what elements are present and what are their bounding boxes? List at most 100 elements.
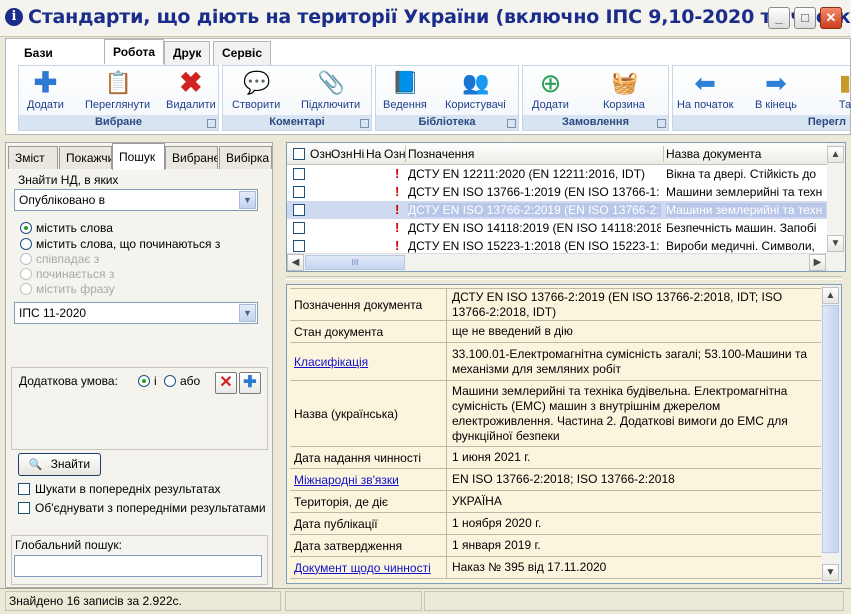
column-header[interactable]: Ні <box>353 147 364 161</box>
tab-print[interactable]: Друк <box>164 41 211 65</box>
chevron-down-icon[interactable]: ▼ <box>239 191 256 209</box>
radio-icon[interactable] <box>164 375 176 387</box>
create-comment-button[interactable]: 💬 Створити <box>232 70 280 111</box>
title-bar: i Стандарти, що діють на території Украї… <box>0 0 851 37</box>
scroll-right-icon[interactable]: ▶ <box>809 254 826 271</box>
group-label: Вибране <box>19 115 218 130</box>
maximize-button[interactable]: □ <box>794 7 816 29</box>
remove-condition-button[interactable]: ✕ <box>215 372 237 394</box>
scope-select[interactable]: Опубліковано в ▼ <box>14 189 258 211</box>
scroll-down-icon[interactable]: ▼ <box>827 235 844 252</box>
match-option-contains[interactable]: містить слова <box>20 221 113 235</box>
tab-selection[interactable]: Вибірка <box>219 146 272 169</box>
delete-favorite-button[interactable]: ✖ Видалити <box>166 69 216 112</box>
tab-databases[interactable]: Бази даних <box>15 41 69 82</box>
status-cell-2 <box>285 591 422 611</box>
column-header[interactable]: Озн <box>310 147 331 161</box>
tab-work[interactable]: Робота <box>104 39 165 64</box>
pane-splitter[interactable] <box>278 136 283 588</box>
group-expand-icon[interactable] <box>207 119 216 128</box>
radio-icon[interactable] <box>20 222 32 234</box>
checkbox-icon[interactable] <box>18 502 30 514</box>
extra-condition-and[interactable]: і <box>138 374 157 388</box>
column-header-designation[interactable]: Позначення <box>408 147 474 161</box>
extra-condition-or[interactable]: або <box>164 374 200 388</box>
column-header[interactable]: Озн <box>331 147 352 161</box>
basket-button[interactable]: 🧺 Корзина <box>603 70 645 111</box>
horizontal-scrollbar[interactable]: ◀ III ▶ <box>287 253 827 271</box>
column-header[interactable]: Озн <box>384 147 405 161</box>
library-management-button[interactable]: 📘 Ведення <box>383 70 427 111</box>
ribbon-group-library: 📘 Ведення 👥 Користувачі Бібліотека <box>375 65 519 131</box>
scroll-up-icon[interactable]: ▲ <box>822 287 839 304</box>
international-links-link[interactable]: Міжнародні зв'язки <box>290 469 447 490</box>
scroll-up-icon[interactable]: ▲ <box>827 146 844 163</box>
view-extra-button[interactable]: ▮ Та <box>832 70 851 111</box>
add-order-button[interactable]: ⊕ Додати <box>532 70 569 111</box>
row-checkbox[interactable] <box>293 240 305 252</box>
detail-row: Територія, де діє УКРАЇНА <box>290 491 821 513</box>
row-checkbox[interactable] <box>293 186 305 198</box>
validity-document-link[interactable]: Документ щодо чинності <box>290 557 447 578</box>
go-to-start-button[interactable]: ⬅ На початок <box>677 70 733 111</box>
attach-comment-button[interactable]: 📎 Підключити <box>301 70 360 111</box>
group-expand-icon[interactable] <box>657 119 666 128</box>
table-row[interactable]: ! ДСТУ EN ISO 13766-1:2019 (EN ISO 13766… <box>287 183 827 201</box>
tab-favorites[interactable]: Вибране <box>165 146 218 169</box>
radio-icon[interactable] <box>138 375 150 387</box>
scroll-thumb[interactable]: III <box>305 255 405 270</box>
search-in-previous-checkbox[interactable]: Шукати в попередніх результатах <box>18 482 221 496</box>
table-row[interactable]: ! ДСТУ EN ISO 15223-1:2018 (EN ISO 15223… <box>287 237 827 253</box>
row-checkbox[interactable] <box>293 222 305 234</box>
plus-icon: ✚ <box>243 374 257 391</box>
tab-index[interactable]: Покажчи <box>59 146 112 169</box>
value-select[interactable]: ІПС 11-2020 ▼ <box>14 302 258 324</box>
column-header[interactable]: На <box>366 147 381 161</box>
select-all-checkbox[interactable] <box>293 148 305 160</box>
scroll-down-icon[interactable]: ▼ <box>822 564 839 581</box>
checkbox-icon[interactable] <box>18 483 30 495</box>
status-bar: Знайдено 16 записів за 2.922с. <box>0 588 851 614</box>
go-to-end-button[interactable]: ➡ В кінець <box>755 70 797 111</box>
tab-contents[interactable]: Зміст <box>8 146 58 169</box>
detail-row: Назва (українська) Машини землерийні та … <box>290 381 821 447</box>
green-plus-icon: ⊕ <box>539 68 562 98</box>
scroll-thumb[interactable] <box>822 305 839 553</box>
table-row-selected[interactable]: ! ДСТУ EN ISO 13766-2:2019 (EN ISO 13766… <box>287 201 827 219</box>
details-vertical-scrollbar[interactable]: ▲ ▼ <box>821 285 841 583</box>
scroll-left-icon[interactable]: ◀ <box>287 254 304 271</box>
group-expand-icon[interactable] <box>507 119 516 128</box>
option-label: співпадає з <box>36 252 100 266</box>
table-row[interactable]: ! ДСТУ EN ISO 14118:2019 (EN ISO 14118:2… <box>287 219 827 237</box>
detail-key: Дата публікації <box>290 513 447 534</box>
table-row[interactable]: ! ДСТУ EN 12211:2020 (EN 12211:2016, IDT… <box>287 165 827 183</box>
group-expand-icon[interactable] <box>360 119 369 128</box>
add-favorite-button[interactable]: ✚ Додати <box>27 69 64 112</box>
detail-key: Назва (українська) <box>290 381 447 446</box>
radio-icon[interactable] <box>20 238 32 250</box>
red-x-icon: ✕ <box>219 374 233 391</box>
horizontal-splitter[interactable] <box>286 276 842 280</box>
vertical-scrollbar[interactable]: ▲ ▼ <box>827 143 845 271</box>
classification-link[interactable]: Класифікація <box>290 343 447 380</box>
global-search-input[interactable] <box>14 555 262 577</box>
row-name: Машини землерийні та техн <box>666 185 823 199</box>
chevron-down-icon[interactable]: ▼ <box>239 304 256 322</box>
close-button[interactable]: ✕ <box>820 7 842 29</box>
tab-search[interactable]: Пошук <box>112 143 165 170</box>
view-favorite-button[interactable]: 📋 Переглянути <box>85 70 150 111</box>
add-condition-button[interactable]: ✚ <box>239 372 261 394</box>
merge-with-previous-checkbox[interactable]: Об'єднувати з попередніми результатами <box>18 501 266 515</box>
button-label: Ведення <box>383 99 427 111</box>
row-checkbox[interactable] <box>293 204 305 216</box>
speech-bubble-icon: 💬 <box>243 70 271 95</box>
match-option-starts-words[interactable]: містить слова, що починаються з <box>20 237 220 251</box>
option-label: містить слова <box>36 221 113 235</box>
minimize-button[interactable]: _ <box>768 7 790 29</box>
tab-service[interactable]: Сервіс <box>213 41 272 65</box>
users-button[interactable]: 👥 Користувачі <box>445 70 506 111</box>
row-checkbox[interactable] <box>293 168 305 180</box>
find-button[interactable]: 🔍 Знайти <box>18 453 101 476</box>
row-designation: ДСТУ EN ISO 14118:2019 (EN ISO 14118:201… <box>408 221 661 235</box>
column-header-name[interactable]: Назва документа <box>666 147 761 161</box>
